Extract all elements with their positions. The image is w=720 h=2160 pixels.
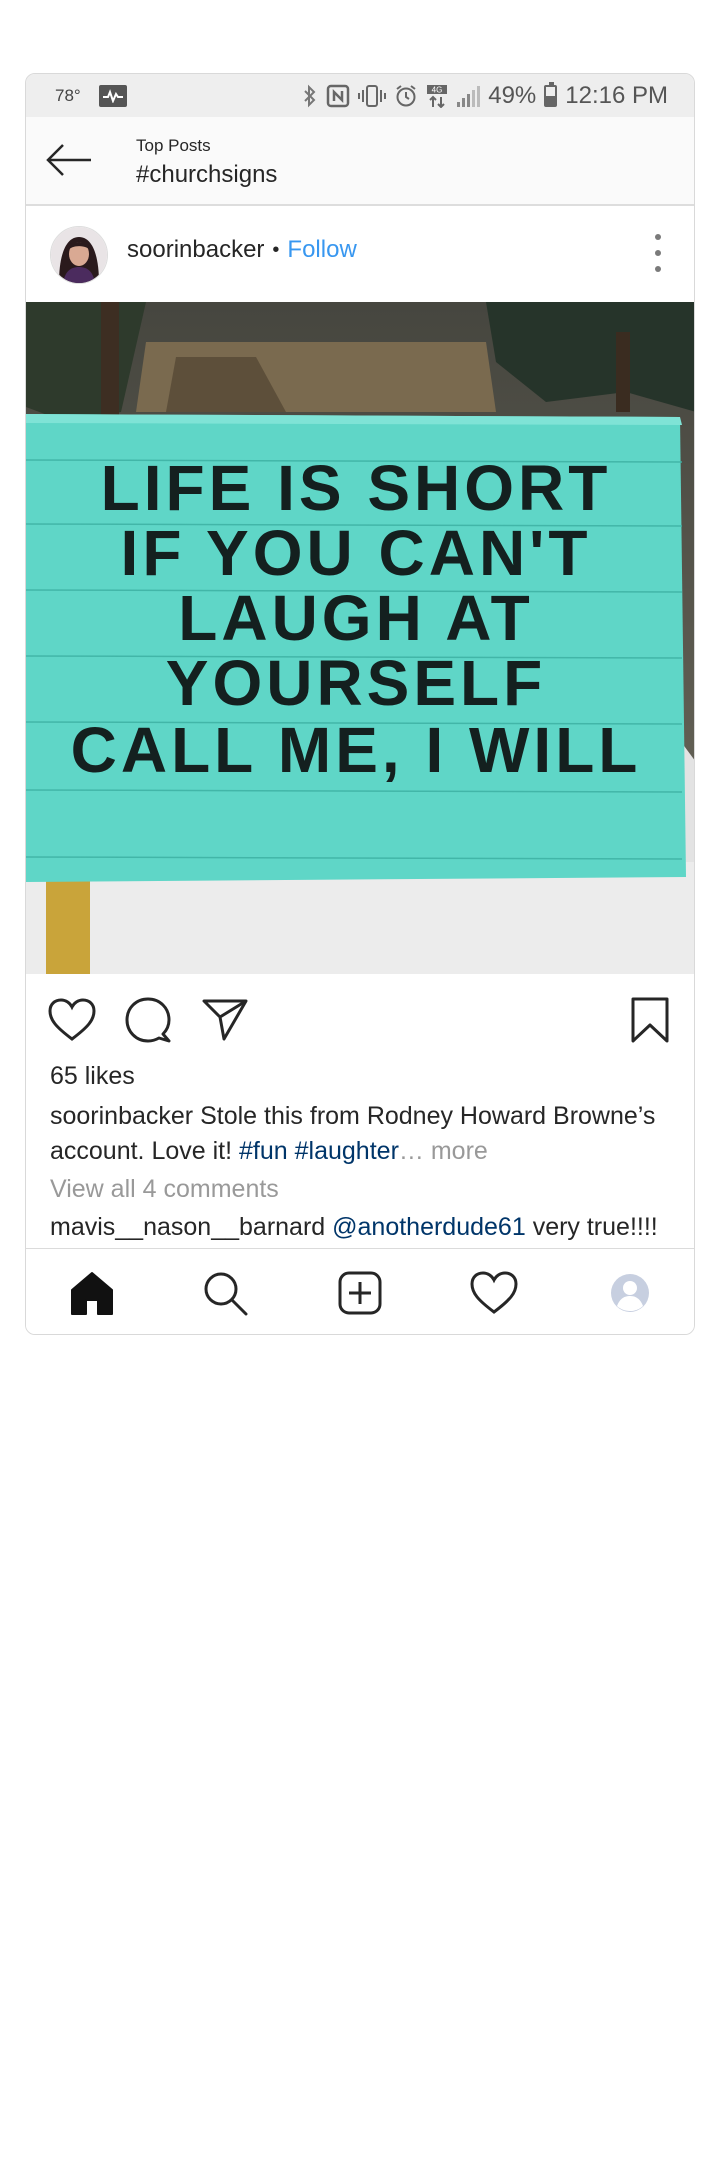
tab-home[interactable] [66, 1267, 118, 1319]
post-header: soorinbacker • Follow [26, 206, 694, 301]
battery-icon [544, 81, 558, 107]
like-count[interactable]: 65 likes [50, 1062, 135, 1091]
arrow-left-icon [46, 144, 91, 176]
view-all-comments-link[interactable]: View all 4 comments [50, 1175, 279, 1204]
alarm-icon [394, 84, 418, 108]
avatar[interactable] [50, 226, 108, 284]
profile-icon [611, 1274, 649, 1312]
bookmark-icon [631, 997, 669, 1043]
more-options-icon[interactable] [648, 234, 668, 272]
4g-lte-icon: 4G [426, 84, 448, 108]
tab-profile[interactable] [604, 1267, 656, 1319]
signal-icon [456, 84, 481, 108]
separator-dot: • [272, 238, 280, 261]
new-post-icon [338, 1271, 382, 1315]
sign-line: LAUGH AT [178, 582, 534, 654]
caption-username[interactable]: soorinbacker [50, 1102, 193, 1130]
clock: 12:16 PM [565, 81, 668, 109]
post-actions [26, 974, 694, 1060]
status-bar: 78° 4G 49% 12:16 PM [26, 74, 694, 117]
sign-line: YOURSELF [166, 647, 546, 719]
send-icon [202, 999, 248, 1041]
pulse-icon [98, 84, 127, 107]
comment-button[interactable] [124, 996, 172, 1044]
vibrate-icon [358, 84, 387, 108]
top-posts-header: Top Posts #churchsigns [26, 117, 694, 206]
post-caption: soorinbacker Stole this from Rodney Howa… [50, 1099, 670, 1169]
post-username[interactable]: soorinbacker [127, 236, 264, 264]
phone-screen: 78° 4G 49% 12:16 PM Top Posts #churchsig… [25, 73, 695, 1335]
nfc-icon [326, 84, 350, 108]
activity-heart-icon [470, 1271, 518, 1314]
sign-line: IF YOU CAN'T [121, 517, 592, 589]
home-icon [71, 1272, 113, 1315]
svg-text:4G: 4G [432, 85, 443, 94]
more-link[interactable]: … more [399, 1137, 488, 1165]
search-icon [204, 1272, 248, 1316]
post-image[interactable]: LIFE IS SHORT IF YOU CAN'T LAUGH AT YOURSEL… [26, 302, 694, 974]
like-button[interactable] [48, 996, 96, 1044]
comment-icon [125, 997, 171, 1043]
battery-percent: 49% [488, 81, 537, 109]
tab-activity[interactable] [468, 1267, 520, 1319]
post-user-line: soorinbacker • Follow [127, 236, 357, 264]
header-subtitle: Top Posts [136, 136, 211, 155]
hashtag-laughter[interactable]: #laughter [295, 1137, 399, 1165]
bottom-tab-bar [26, 1248, 694, 1334]
comment-username[interactable]: mavis__nason__barnard [50, 1213, 325, 1241]
heart-icon [48, 998, 96, 1041]
temperature: 78° [55, 85, 81, 105]
comment-text: very true!!!! [532, 1213, 658, 1241]
sign-line: CALL ME, I WILL [71, 714, 642, 786]
back-button[interactable] [44, 137, 94, 183]
tab-search[interactable] [199, 1267, 251, 1319]
church-sign: LIFE IS SHORTIF YOU CAN'TLAUGH ATYOURSEL… [26, 414, 686, 882]
bluetooth-icon [302, 84, 318, 108]
follow-button[interactable]: Follow [287, 236, 356, 264]
sign-line: LIFE IS SHORT [101, 452, 612, 524]
save-button[interactable] [626, 996, 674, 1044]
hashtag-fun[interactable]: #fun [239, 1137, 288, 1165]
comment-mention[interactable]: @anotherdude61 [332, 1213, 526, 1241]
comment-preview: mavis__nason__barnard @anotherdude61 ver… [50, 1213, 658, 1242]
tab-new-post[interactable] [334, 1267, 386, 1319]
header-title: #churchsigns [136, 161, 278, 188]
share-button[interactable] [201, 996, 249, 1044]
